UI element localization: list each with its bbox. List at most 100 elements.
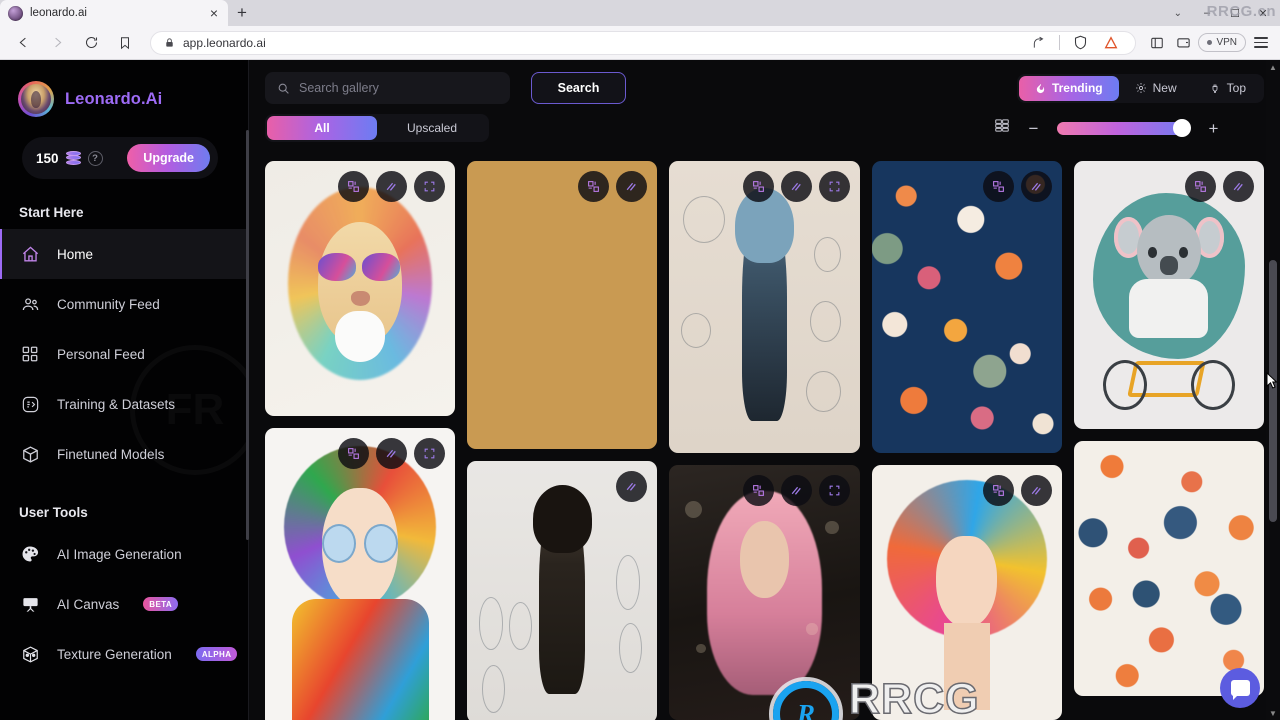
sidebar-item-ai-image-generation[interactable]: AI Image Generation — [0, 529, 248, 579]
remix-icon[interactable] — [578, 171, 610, 202]
expand-icon[interactable] — [818, 475, 850, 506]
filter-all[interactable]: All — [267, 116, 377, 140]
gallery-card-pink-hair-fantasy[interactable] — [669, 465, 860, 720]
gallery-card-floral-pattern-cream[interactable] — [1073, 441, 1265, 696]
help-icon[interactable]: ? — [87, 150, 103, 166]
remix-icon[interactable] — [982, 171, 1014, 202]
sidebar-item-home[interactable]: Home — [0, 229, 248, 279]
gallery-card-floral-pattern-blue[interactable] — [871, 161, 1062, 453]
expand-icon[interactable] — [414, 438, 446, 469]
sparkle-icon — [1135, 83, 1146, 93]
variation-icon[interactable] — [616, 171, 648, 202]
variation-icon[interactable] — [1223, 171, 1255, 202]
brand-logo-block[interactable]: Leonardo.Ai — [0, 60, 248, 117]
filter-upscaled[interactable]: Upscaled — [377, 116, 487, 140]
wallet-icon[interactable] — [1172, 32, 1194, 54]
search-button[interactable]: Search — [531, 72, 626, 104]
reload-button[interactable] — [76, 30, 106, 56]
gallery-card-koala-on-bicycle[interactable] — [1073, 161, 1265, 429]
browser-menu-button[interactable] — [1250, 32, 1272, 54]
home-icon — [19, 243, 41, 265]
search-input[interactable]: Search gallery — [265, 72, 510, 104]
vpn-button[interactable]: VPN — [1198, 33, 1246, 52]
flame-icon — [1036, 83, 1045, 93]
chat-bubble-icon[interactable] — [1220, 668, 1260, 708]
forward-button[interactable] — [42, 30, 72, 56]
scroll-up-arrow-icon[interactable]: ▲ — [1266, 60, 1280, 74]
sidebar-toggle-icon[interactable] — [1146, 32, 1168, 54]
card-actions — [1185, 171, 1255, 202]
remix-icon[interactable] — [742, 171, 774, 202]
card-actions — [338, 171, 446, 202]
easel-icon — [19, 593, 41, 615]
card-actions — [578, 171, 648, 202]
tab-trending[interactable]: Trending — [1018, 75, 1119, 101]
zoom-out-button[interactable]: − — [1027, 120, 1040, 137]
search-icon — [278, 83, 289, 94]
browser-tab[interactable]: leonardo.ai × — [0, 0, 228, 26]
share-icon[interactable] — [1028, 32, 1050, 54]
gallery-card-dark-warrior-sheet[interactable] — [467, 461, 658, 720]
sidebar-item-finetuned-models[interactable]: Finetuned Models — [0, 429, 248, 479]
card-actions — [982, 171, 1052, 202]
back-button[interactable] — [8, 30, 38, 56]
scroll-down-arrow-icon[interactable]: ▼ — [1266, 706, 1280, 720]
variation-icon[interactable] — [376, 171, 408, 202]
zoom-slider[interactable] — [1057, 119, 1191, 137]
sidebar-item-ai-canvas[interactable]: AI Canvas BETA — [0, 579, 248, 629]
gallery-card-rainbow-hair-portrait[interactable] — [871, 465, 1062, 720]
remix-icon[interactable] — [1185, 171, 1217, 202]
variation-icon[interactable] — [780, 171, 812, 202]
variation-icon[interactable] — [616, 471, 648, 502]
expand-icon[interactable] — [414, 171, 446, 202]
page-scrollbar-thumb[interactable] — [1269, 260, 1277, 522]
chevron-down-icon[interactable]: ⌄ — [1164, 8, 1192, 19]
app-root: leonardo.ai × + ⌄ – ☐ ✕ RRCG.cn app.leon… — [0, 0, 1280, 720]
variation-icon[interactable] — [780, 475, 812, 506]
variation-icon[interactable] — [1020, 475, 1052, 506]
brave-shields-icon[interactable] — [1069, 32, 1091, 54]
remix-icon[interactable] — [742, 475, 774, 506]
sidebar-item-label: Training & Datasets — [57, 396, 176, 412]
gallery-card-girl-with-glasses[interactable] — [265, 428, 456, 720]
sidebar-item-community-feed[interactable]: Community Feed — [0, 279, 248, 329]
toolbar-row-filters: All Upscaled − + — [265, 114, 1264, 142]
sidebar-item-training-datasets[interactable]: Training & Datasets — [0, 379, 248, 429]
remix-icon[interactable] — [982, 475, 1014, 506]
card-actions — [616, 471, 648, 502]
upgrade-button[interactable]: Upgrade — [127, 144, 210, 172]
new-tab-button[interactable]: + — [228, 0, 256, 26]
sidebar-item-label: Home — [57, 246, 94, 262]
toolbar-divider — [1059, 35, 1061, 50]
gallery-card-lion-watercolor[interactable] — [265, 161, 456, 416]
sidebar-section-user-tools: User Tools — [19, 505, 88, 520]
gallery-column — [871, 161, 1062, 720]
zoom-slider-knob[interactable] — [1173, 119, 1191, 137]
variation-icon[interactable] — [1020, 171, 1052, 202]
address-bar[interactable]: app.leonardo.ai — [150, 30, 1137, 55]
layout-grid-icon[interactable] — [994, 118, 1010, 138]
card-actions — [742, 475, 850, 506]
lock-icon — [166, 38, 173, 47]
artwork-floral-pattern-blue — [871, 161, 1062, 453]
trophy-icon — [1212, 84, 1218, 93]
variation-icon[interactable] — [376, 438, 408, 469]
bookmark-icon[interactable] — [110, 30, 140, 56]
tab-new[interactable]: New — [1119, 76, 1193, 101]
remix-icon[interactable] — [338, 171, 370, 202]
tab-top[interactable]: Top — [1193, 76, 1262, 101]
zoom-in-button[interactable]: + — [1207, 120, 1220, 137]
remix-icon[interactable] — [338, 438, 370, 469]
sidebar-item-personal-feed[interactable]: Personal Feed — [0, 329, 248, 379]
watermark-topright: RRCG.cn — [1206, 3, 1276, 20]
brave-logo-icon[interactable] — [1100, 32, 1122, 54]
sidebar-item-texture-generation[interactable]: Texture Generation ALPHA — [0, 629, 248, 679]
page-scrollbar[interactable]: ▲ ▼ — [1266, 60, 1280, 720]
gallery-card-blue-hair-warrior[interactable] — [669, 161, 860, 453]
main-content: Search gallery Search Trending New Top A… — [249, 60, 1280, 720]
gallery-card-egyptian-hieroglyphs[interactable] — [467, 161, 658, 449]
expand-icon[interactable] — [818, 171, 850, 202]
sidebar-scrollbar-thumb[interactable] — [246, 130, 249, 540]
texture-cube-icon — [19, 643, 41, 665]
close-tab-icon[interactable]: × — [208, 6, 220, 20]
